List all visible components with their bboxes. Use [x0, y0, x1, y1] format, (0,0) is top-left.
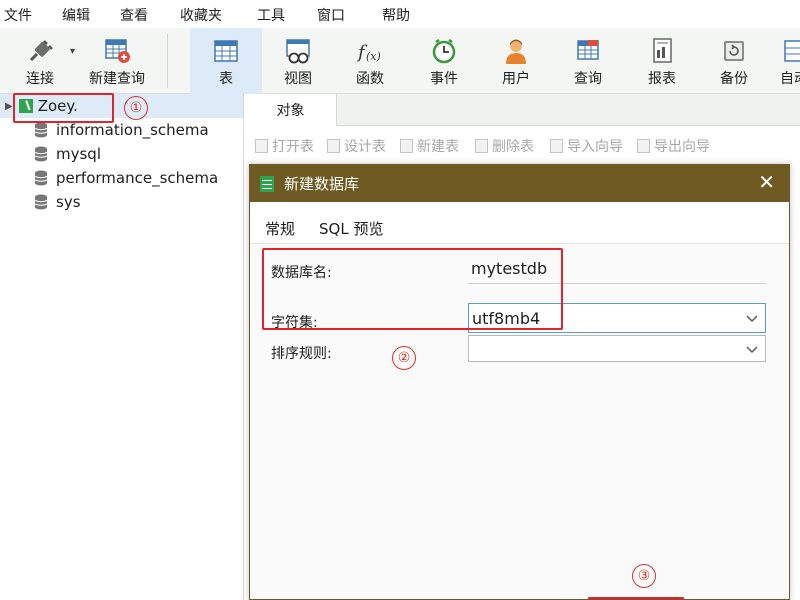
database-icon — [34, 146, 48, 162]
tree-db-mysql[interactable]: mysql — [34, 142, 101, 166]
main-toolbar: 连接 ▾ 新建查询 表 视图 f (x) 函数 事件 用户 查询 报表 备份 自 — [0, 28, 800, 94]
import-wizard-button[interactable]: 导入向导 — [550, 136, 623, 156]
menu-tools[interactable]: 工具 — [257, 5, 285, 25]
connect-dropdown-arrow[interactable]: ▾ — [70, 46, 75, 57]
database-icon — [34, 170, 48, 186]
export-wizard-button[interactable]: 导出向导 — [637, 136, 710, 156]
table-icon — [211, 36, 241, 66]
open-table-icon — [255, 139, 268, 153]
design-table-button[interactable]: 设计表 — [327, 136, 386, 156]
object-toolbar: 打开表 设计表 新建表 删除表 导入向导 导出向导 — [245, 126, 800, 164]
backup-button[interactable]: 备份 — [704, 28, 764, 94]
open-table-button[interactable]: 打开表 — [255, 136, 314, 156]
close-icon[interactable]: ✕ — [758, 172, 775, 192]
delete-table-icon — [475, 139, 488, 153]
tab-sql-preview[interactable]: SQL 预览 — [319, 218, 383, 239]
new-database-dialog: 新建数据库 ✕ 常规 SQL 预览 数据库名: mytestdb 字符集: ut… — [249, 164, 790, 600]
connection-tree: ▶ Zoey. information_schema mysql perform… — [0, 94, 244, 600]
delete-table-button[interactable]: 删除表 — [475, 136, 534, 156]
connect-button[interactable]: 连接 — [10, 28, 70, 94]
dialog-title: 新建数据库 — [284, 175, 360, 193]
view-icon — [283, 36, 313, 66]
export-icon — [637, 139, 650, 153]
new-query-icon — [102, 36, 132, 66]
tab-general[interactable]: 常规 — [265, 218, 295, 239]
tab-objects[interactable]: 对象 — [245, 94, 337, 126]
menu-bar: 文件 编辑 查看 收藏夹 工具 窗口 帮助 — [0, 0, 800, 28]
annotation-step-3: ③ — [632, 564, 656, 588]
database-icon — [34, 194, 48, 210]
chevron-down-icon — [746, 315, 758, 322]
design-table-icon — [327, 139, 340, 153]
function-icon: f (x) — [355, 36, 385, 66]
automation-button[interactable]: 自动 — [774, 28, 800, 94]
new-table-button[interactable]: 新建表 — [400, 136, 459, 156]
dialog-tabs: 常规 SQL 预览 — [250, 202, 789, 242]
report-icon — [647, 36, 677, 66]
automation-icon — [779, 36, 800, 66]
tree-db-performance-schema[interactable]: performance_schema — [34, 166, 218, 190]
menu-help[interactable]: 帮助 — [382, 5, 410, 25]
import-icon — [550, 139, 563, 153]
plug-icon — [25, 36, 55, 66]
toolbar-separator — [167, 34, 168, 88]
menu-favorites[interactable]: 收藏夹 — [180, 5, 222, 25]
dialog-title-bar[interactable]: 新建数据库 ✕ — [250, 165, 789, 202]
collation-label: 排序规则: — [271, 346, 332, 362]
collation-select[interactable] — [468, 335, 766, 362]
annotation-step-1: ① — [124, 96, 148, 120]
query-icon — [573, 36, 603, 66]
backup-icon — [719, 36, 749, 66]
database-icon — [34, 122, 48, 138]
clock-icon — [429, 36, 459, 66]
expand-arrow-icon[interactable]: ▶ — [5, 101, 13, 112]
menu-edit[interactable]: 编辑 — [62, 5, 90, 25]
report-button[interactable]: 报表 — [632, 28, 692, 94]
user-icon — [501, 36, 531, 66]
menu-window[interactable]: 窗口 — [317, 5, 345, 25]
new-query-button[interactable]: 新建查询 — [82, 28, 152, 94]
chevron-down-icon — [746, 346, 758, 353]
svg-text:(x): (x) — [366, 50, 381, 63]
annotation-step-2: ② — [392, 346, 416, 370]
view-button[interactable]: 视图 — [268, 28, 328, 94]
user-button[interactable]: 用户 — [486, 28, 546, 94]
table-button[interactable]: 表 — [190, 28, 262, 94]
event-button[interactable]: 事件 — [414, 28, 474, 94]
query-button[interactable]: 查询 — [558, 28, 618, 94]
tree-db-sys[interactable]: sys — [34, 190, 81, 214]
function-button[interactable]: f (x) 函数 — [340, 28, 400, 94]
annotation-box-fields — [262, 248, 563, 330]
new-table-icon — [400, 139, 413, 153]
menu-file[interactable]: 文件 — [4, 5, 32, 25]
database-app-icon — [260, 175, 274, 192]
menu-view[interactable]: 查看 — [120, 5, 148, 25]
annotation-box-connection — [13, 93, 114, 123]
main-tab-bar: 对象 — [245, 94, 800, 126]
